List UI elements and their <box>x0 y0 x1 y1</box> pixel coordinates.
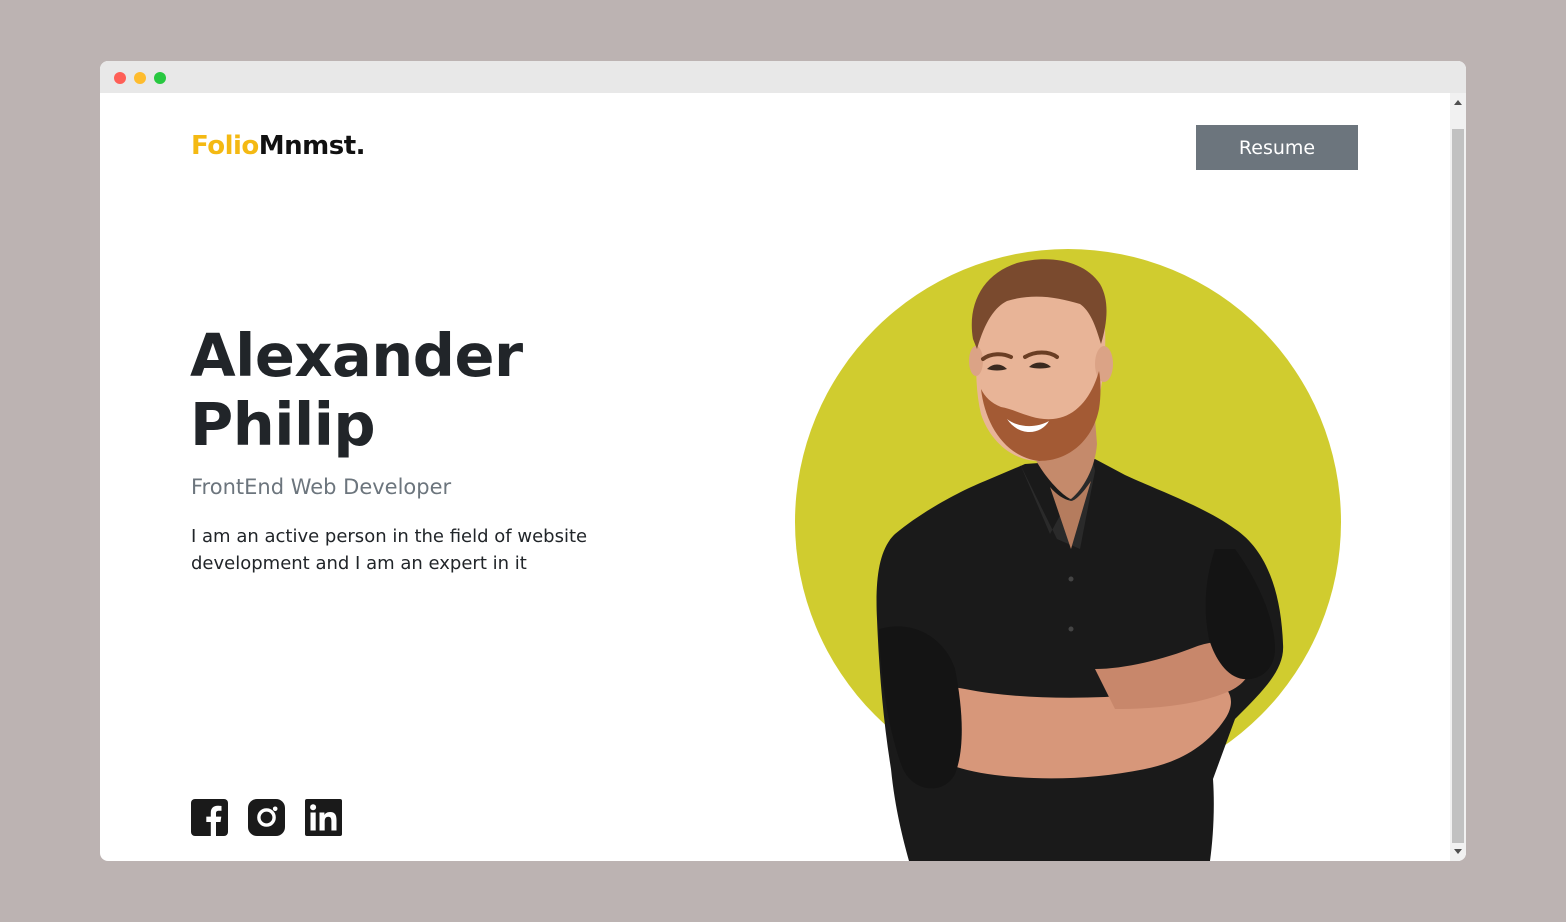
site-logo[interactable]: FolioMnmst. <box>191 131 366 161</box>
hero-photo <box>795 249 1341 861</box>
page-viewport: FolioMnmst. Resume Alexander Philip Fron… <box>100 93 1450 861</box>
logo-rest-text: Mnmst. <box>258 131 366 161</box>
scroll-down-icon[interactable] <box>1454 849 1462 854</box>
browser-window: FolioMnmst. Resume Alexander Philip Fron… <box>100 61 1466 861</box>
linkedin-icon[interactable] <box>305 799 342 840</box>
minimize-window-button[interactable] <box>134 72 146 84</box>
logo-accent-text: Folio <box>191 131 259 161</box>
scroll-up-icon[interactable] <box>1454 100 1462 105</box>
resume-button[interactable]: Resume <box>1196 125 1358 170</box>
portrait-image <box>876 259 1284 861</box>
hero-name-last: Philip <box>190 390 376 459</box>
hero-role: FrontEnd Web Developer <box>191 475 452 499</box>
close-window-button[interactable] <box>114 72 126 84</box>
hero-name-first: Alexander <box>190 321 523 390</box>
scrollbar-thumb[interactable] <box>1452 129 1464 843</box>
hero-name: Alexander Philip <box>190 321 523 459</box>
facebook-icon[interactable] <box>191 799 228 840</box>
social-links <box>191 799 342 840</box>
hero-description: I am an active person in the field of we… <box>191 526 588 574</box>
vertical-scrollbar[interactable] <box>1450 93 1466 861</box>
maximize-window-button[interactable] <box>154 72 166 84</box>
window-titlebar <box>100 61 1466 93</box>
instagram-icon[interactable] <box>248 799 285 840</box>
